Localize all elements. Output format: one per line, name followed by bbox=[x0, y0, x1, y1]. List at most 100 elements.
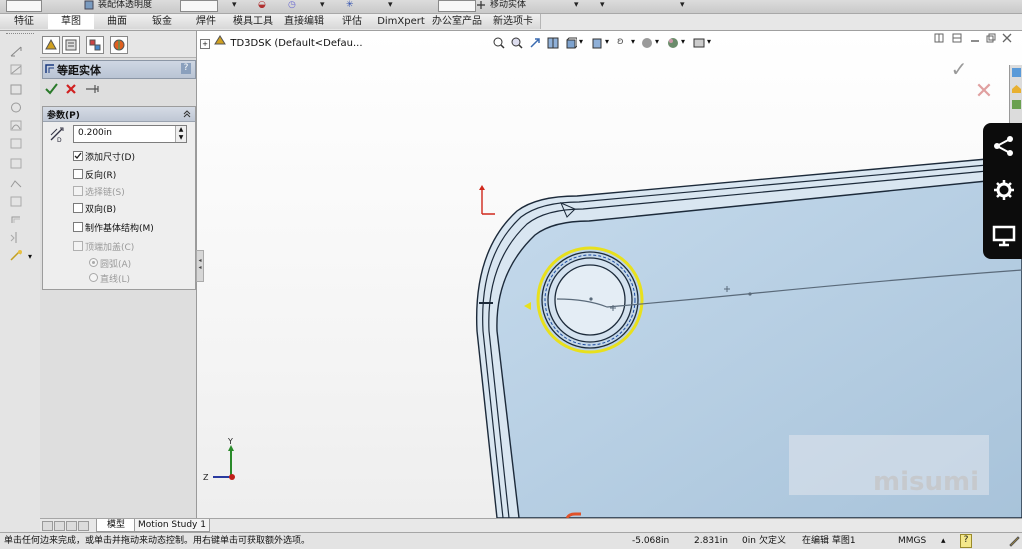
first-tab-button[interactable] bbox=[42, 521, 53, 531]
configuration-manager-tab-icon[interactable] bbox=[86, 36, 104, 54]
chevron-down-icon[interactable]: ▾ bbox=[28, 252, 32, 261]
feature-manager-tab-icon[interactable] bbox=[42, 36, 60, 54]
tab-office-products[interactable]: 办公室产品 bbox=[428, 14, 487, 29]
help-icon[interactable]: ? bbox=[181, 63, 191, 74]
previous-view-icon[interactable] bbox=[529, 37, 541, 49]
slot-icon[interactable] bbox=[9, 157, 23, 170]
chevron-down-icon[interactable]: ▾ bbox=[680, 0, 685, 12]
appearance-icon[interactable] bbox=[641, 37, 653, 49]
monitor-icon[interactable] bbox=[992, 225, 1016, 247]
display-manager-tab-icon[interactable] bbox=[110, 36, 128, 54]
gear-icon[interactable] bbox=[993, 179, 1015, 201]
chevron-down-icon[interactable]: ▾ bbox=[320, 0, 325, 12]
offset-distance-field[interactable]: 0.200in ▲ ▼ bbox=[73, 125, 187, 143]
prev-tab-button[interactable] bbox=[54, 521, 65, 531]
chevron-down-icon[interactable]: ▾ bbox=[605, 37, 609, 46]
collapse-chevron-icon[interactable] bbox=[183, 110, 191, 118]
minimize-icon[interactable] bbox=[970, 33, 980, 43]
help-button[interactable]: ? bbox=[960, 534, 972, 548]
tab-sheet-metal[interactable]: 钣金 bbox=[140, 14, 185, 29]
rotate-tool-icon[interactable]: ◷ bbox=[288, 0, 296, 12]
tab-new[interactable]: 新选项卡 bbox=[486, 14, 541, 29]
construction-geometry-checkbox[interactable] bbox=[73, 222, 83, 232]
pushpin-icon[interactable] bbox=[84, 82, 100, 96]
units-selector[interactable]: MMGS bbox=[898, 535, 926, 547]
chevron-down-icon[interactable]: ▾ bbox=[600, 0, 605, 12]
x-icon[interactable] bbox=[64, 82, 78, 96]
tab-surfaces[interactable]: 曲面 bbox=[94, 14, 141, 29]
mirror-icon[interactable] bbox=[9, 231, 23, 244]
reverse-checkbox[interactable] bbox=[73, 169, 83, 179]
library-icon[interactable] bbox=[1011, 99, 1022, 110]
split-icon[interactable] bbox=[952, 33, 962, 43]
last-tab-button[interactable] bbox=[78, 521, 89, 531]
parameters-group-header[interactable]: 参数(P) bbox=[43, 107, 195, 122]
chevron-down-icon[interactable]: ▾ bbox=[681, 37, 685, 46]
feature-tree-root[interactable]: + TD3DSK (Default<Defau... bbox=[200, 34, 363, 49]
chevron-down-icon[interactable]: ▾ bbox=[388, 0, 393, 12]
rectangle-icon[interactable] bbox=[9, 83, 23, 96]
tab-features[interactable]: 特征 bbox=[0, 14, 49, 29]
chevron-down-icon[interactable]: ▾ bbox=[631, 37, 635, 46]
section-view-icon[interactable] bbox=[547, 37, 559, 49]
chevron-down-icon[interactable]: ▾ bbox=[232, 0, 237, 12]
polygon-icon[interactable] bbox=[9, 137, 23, 150]
move-entity-label[interactable]: 移动实体 bbox=[490, 0, 526, 12]
fillet-icon[interactable] bbox=[9, 195, 23, 208]
tab-evaluate[interactable]: 评估 bbox=[330, 14, 375, 29]
tab-sketch[interactable]: 草图 bbox=[48, 14, 95, 29]
property-manager-tab-icon[interactable] bbox=[62, 36, 80, 54]
offset-icon[interactable] bbox=[9, 213, 23, 226]
close-icon[interactable] bbox=[1002, 33, 1012, 43]
trim-icon[interactable] bbox=[9, 249, 23, 262]
chevron-up-icon[interactable]: ▴ bbox=[941, 535, 946, 547]
property-manager-header: 等距实体 ? bbox=[42, 60, 196, 79]
chevron-down-icon[interactable]: ▾ bbox=[707, 37, 711, 46]
hide-show-icon[interactable]: ʚ bbox=[617, 36, 624, 47]
share-icon[interactable] bbox=[993, 135, 1015, 157]
circle-icon[interactable] bbox=[9, 101, 23, 114]
transparency-dropdown[interactable] bbox=[180, 0, 218, 12]
tab-direct-editing[interactable]: 直接编辑 bbox=[278, 14, 331, 29]
tab-model[interactable]: 模型 bbox=[96, 519, 136, 532]
spline-icon[interactable] bbox=[9, 177, 23, 190]
quick-tips-icon[interactable] bbox=[1008, 535, 1020, 547]
chevron-down-icon[interactable]: ▾ bbox=[655, 37, 659, 46]
display-style-icon[interactable] bbox=[591, 37, 603, 49]
tile-icon[interactable] bbox=[934, 33, 944, 43]
distance-spinner[interactable]: ▲ ▼ bbox=[175, 126, 186, 142]
transparency-label[interactable]: 装配体透明度 bbox=[98, 0, 152, 12]
tab-mold-tools[interactable]: 模具工具 bbox=[228, 14, 279, 29]
scene-icon[interactable] bbox=[667, 37, 679, 49]
toolbar-button[interactable] bbox=[6, 0, 42, 12]
point-tool-icon[interactable]: ✳ bbox=[346, 0, 354, 12]
line-icon[interactable] bbox=[9, 63, 23, 76]
home-icon[interactable] bbox=[1011, 83, 1022, 94]
next-tab-button[interactable] bbox=[66, 521, 77, 531]
graphics-area[interactable]: + TD3DSK (Default<Defau... ▾ ▾ ʚ ▾ ▾ ▾ ▾… bbox=[197, 31, 1022, 518]
view-orientation-icon[interactable] bbox=[565, 37, 577, 49]
cap-lines-label: 直线(L) bbox=[100, 275, 131, 285]
restore-icon[interactable] bbox=[986, 33, 996, 43]
toolbar-grip[interactable] bbox=[6, 33, 34, 37]
resources-icon[interactable] bbox=[1011, 67, 1022, 78]
tab-motion-study[interactable]: Motion Study 1 bbox=[134, 519, 210, 532]
sketch-tool-icon[interactable]: ◒ bbox=[258, 0, 266, 12]
chevron-down-icon[interactable]: ▾ bbox=[579, 37, 583, 46]
tab-weldments[interactable]: 焊件 bbox=[184, 14, 229, 29]
tab-dimxpert[interactable]: DimXpert bbox=[374, 14, 429, 29]
add-dimensions-checkbox[interactable] bbox=[73, 151, 83, 161]
chevron-down-icon[interactable]: ▾ bbox=[574, 0, 579, 12]
panel-splitter[interactable]: ◂ ◂ bbox=[196, 250, 204, 282]
checkmark-icon[interactable] bbox=[44, 82, 58, 96]
zoom-area-icon[interactable] bbox=[511, 37, 523, 49]
confirm-checkmark-icon[interactable]: ✓ bbox=[947, 59, 971, 79]
toolbar-button[interactable] bbox=[438, 0, 476, 12]
bidirectional-checkbox[interactable] bbox=[73, 203, 83, 213]
expand-toggle-icon[interactable]: + bbox=[200, 39, 210, 49]
smart-dimension-icon[interactable] bbox=[9, 45, 23, 58]
zoom-to-fit-icon[interactable] bbox=[493, 37, 505, 49]
confirm-cancel-icon[interactable]: ✕ bbox=[973, 81, 995, 103]
view-settings-icon[interactable] bbox=[693, 37, 705, 49]
arc-icon[interactable] bbox=[9, 119, 23, 132]
